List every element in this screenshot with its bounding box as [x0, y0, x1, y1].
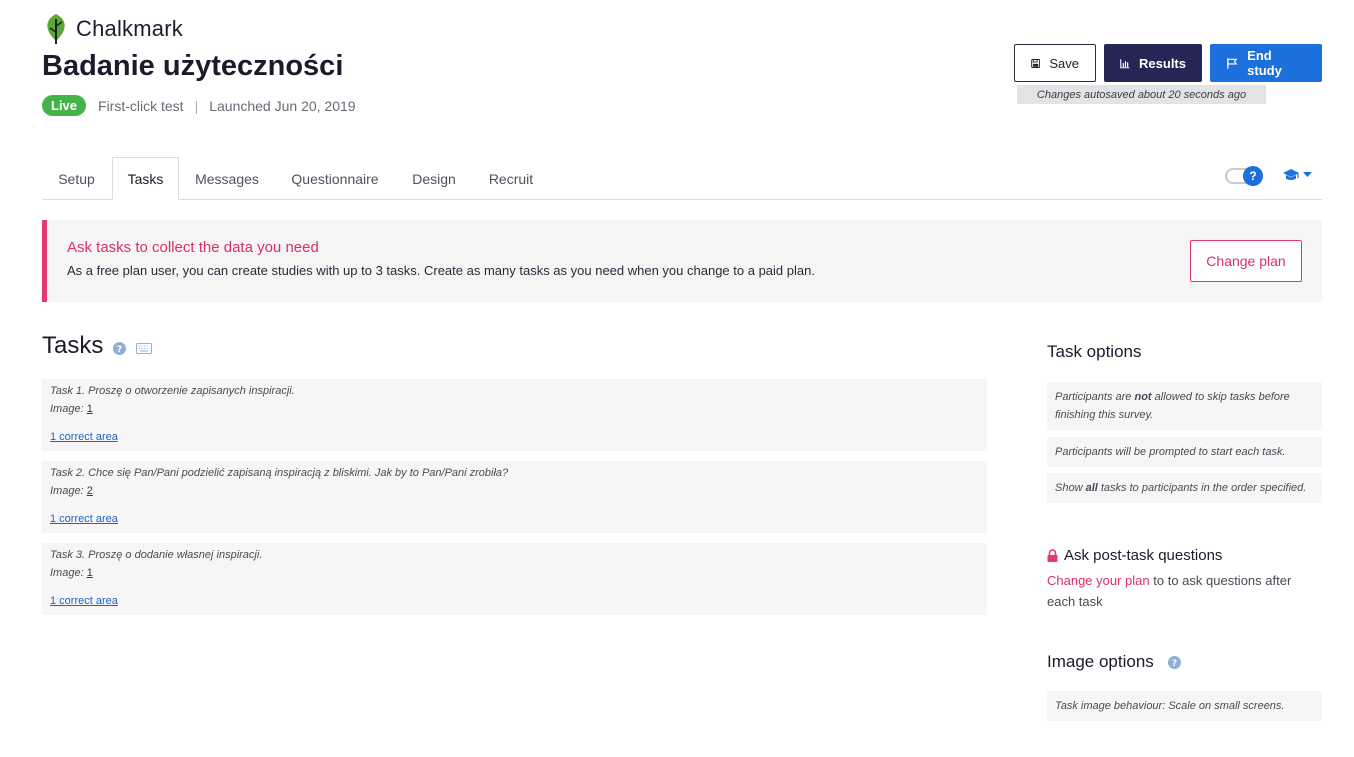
image-options-header: Image options ?	[1047, 652, 1181, 672]
post-task-description: Change your plan to to ask questions aft…	[1047, 570, 1322, 612]
upgrade-banner: Ask tasks to collect the data you need A…	[42, 220, 1322, 302]
tab-tasks[interactable]: Tasks	[112, 157, 179, 200]
change-your-plan-link[interactable]: Change your plan	[1047, 573, 1150, 588]
bar-chart-icon	[1120, 58, 1130, 68]
correct-area-link[interactable]: 1 correct area	[50, 595, 118, 607]
tasks-header: Tasks ?	[42, 332, 153, 360]
logo[interactable]: Chalkmark	[42, 13, 183, 45]
keyboard-icon[interactable]	[136, 342, 153, 354]
task-image-link[interactable]: 1	[87, 403, 93, 415]
task-options-title: Task options	[1047, 342, 1142, 361]
option-prompt-start[interactable]: Participants will be prompted to start e…	[1047, 437, 1322, 467]
task-question: Task 1. Proszę o otworzenie zapisanych i…	[50, 385, 295, 397]
end-study-label: End study	[1247, 48, 1282, 78]
page-title: Badanie użyteczności	[42, 50, 344, 82]
lock-icon	[1047, 549, 1058, 562]
task-image: Image: 1	[50, 567, 93, 579]
task-image: Image: 1	[50, 403, 93, 415]
correct-area-link[interactable]: 1 correct area	[50, 431, 118, 443]
task-question: Task 2. Chce się Pan/Pani podzielić zapi…	[50, 467, 509, 479]
tab-setup[interactable]: Setup	[42, 157, 111, 200]
save-button[interactable]: Save	[1014, 44, 1096, 82]
tab-messages[interactable]: Messages	[182, 157, 272, 200]
svg-text:?: ?	[117, 345, 122, 355]
study-type: First-click test	[98, 97, 184, 114]
option-order-text-pre: Show	[1055, 482, 1086, 494]
correct-area-link[interactable]: 1 correct area	[50, 513, 118, 525]
results-label: Results	[1139, 55, 1186, 71]
study-tabs: Setup Tasks Messages Questionnaire Desig…	[42, 157, 1322, 200]
floppy-disk-icon	[1031, 58, 1041, 68]
caret-down-icon	[1303, 172, 1312, 177]
task-image: Image: 2	[50, 485, 93, 497]
education-menu[interactable]	[1282, 168, 1312, 182]
option-skip-text-bold: not	[1134, 391, 1152, 403]
banner-title: Ask tasks to collect the data you need	[67, 239, 319, 256]
change-plan-button[interactable]: Change plan	[1190, 240, 1302, 282]
header-actions: Save Results End study	[1014, 44, 1322, 82]
launch-date: Launched Jun 20, 2019	[209, 97, 356, 114]
graduation-cap-icon	[1283, 169, 1299, 180]
tab-questionnaire[interactable]: Questionnaire	[282, 157, 388, 200]
post-task-questions-header: Ask post-task questions	[1047, 547, 1222, 564]
task-image-link[interactable]: 1	[87, 567, 93, 579]
svg-text:?: ?	[1172, 659, 1177, 669]
status-badge: Live	[42, 95, 87, 116]
help-icon[interactable]: ?	[113, 341, 127, 355]
help-icon[interactable]: ?	[1167, 655, 1181, 669]
task-card[interactable]: Task 2. Chce się Pan/Pani podzielić zapi…	[42, 461, 987, 533]
task-card[interactable]: Task 3. Proszę o dodanie własnej inspira…	[42, 543, 987, 615]
brand-name: Chalkmark	[76, 16, 183, 41]
task-card[interactable]: Task 1. Proszę o otworzenie zapisanych i…	[42, 379, 987, 451]
help-toggle[interactable]: ?	[1225, 166, 1263, 186]
flag-icon	[1227, 57, 1238, 69]
image-options-title: Image options	[1047, 652, 1154, 671]
task-image-label: Image:	[50, 567, 84, 579]
save-label: Save	[1049, 55, 1079, 71]
end-study-button[interactable]: End study	[1210, 44, 1322, 82]
task-image-label: Image:	[50, 485, 84, 497]
task-question: Task 3. Proszę o dodanie własnej inspira…	[50, 549, 263, 561]
tab-design[interactable]: Design	[402, 157, 466, 200]
option-order-text-bold: all	[1085, 482, 1098, 494]
autosave-status: Changes autosaved about 20 seconds ago	[1017, 85, 1266, 104]
task-image-link[interactable]: 2	[87, 485, 93, 497]
study-meta: Live First-click test | Launched Jun 20,…	[42, 95, 356, 116]
task-image-label: Image:	[50, 403, 84, 415]
post-task-title: Ask post-task questions	[1064, 547, 1223, 564]
option-order-text-post: tasks to participants in the order speci…	[1097, 482, 1307, 494]
leaf-logo-icon	[47, 14, 65, 44]
tab-recruit[interactable]: Recruit	[478, 157, 544, 200]
option-skip-text-pre: Participants are	[1055, 391, 1135, 403]
meta-separator: |	[194, 97, 199, 114]
option-task-order[interactable]: Show all tasks to participants in the or…	[1047, 473, 1322, 503]
results-button[interactable]: Results	[1104, 44, 1202, 82]
tasks-title: Tasks	[42, 332, 104, 359]
option-image-behaviour[interactable]: Task image behaviour: Scale on small scr…	[1047, 691, 1322, 721]
banner-text: As a free plan user, you can create stud…	[67, 263, 815, 278]
help-question-icon: ?	[1243, 166, 1263, 186]
option-skip-tasks[interactable]: Participants are not allowed to skip tas…	[1047, 382, 1322, 430]
